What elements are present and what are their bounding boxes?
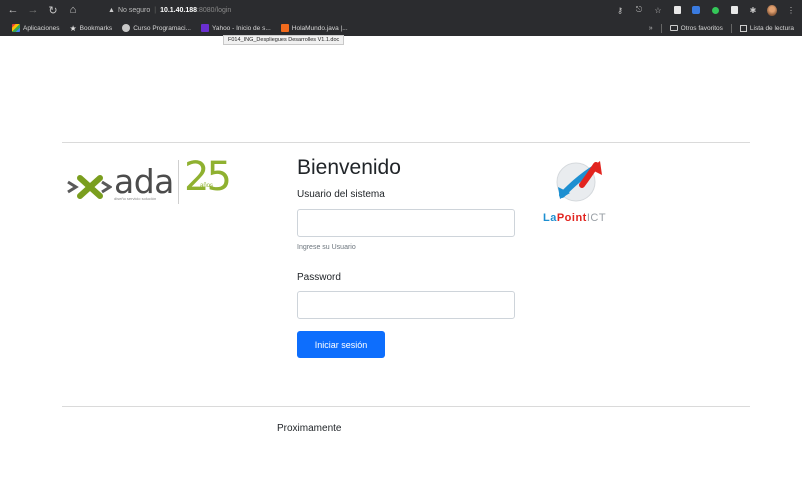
bookmark-apps[interactable]: Aplicaciones <box>12 24 60 32</box>
username-label: Usuario del sistema <box>297 189 385 200</box>
java-file-icon <box>280 24 289 32</box>
extension-page-icon[interactable] <box>729 5 739 15</box>
login-button[interactable]: Iniciar sesión <box>297 331 385 358</box>
other-favorites[interactable]: Otros favoritos <box>669 25 723 32</box>
top-divider <box>62 142 750 143</box>
address-bar[interactable]: ▲ No seguro | 10.1.40.188 :8080/login <box>108 3 548 17</box>
bookmark-bookmarks[interactable]: ★ Bookmarks <box>70 24 113 33</box>
security-label: No seguro <box>117 6 151 14</box>
bottom-divider <box>62 406 750 407</box>
bookmark-holamundo[interactable]: HolaMundo.java |... <box>280 24 348 32</box>
password-label: Password <box>297 272 341 283</box>
bookmark-tooltip: F014_ING_Despliegues Desarrolles V1.1.do… <box>223 35 345 45</box>
ada-25-years: 25 <box>184 154 232 200</box>
folder-icon <box>669 25 678 31</box>
share-icon[interactable]: ⎋ <box>634 5 644 15</box>
toolbar-actions: ⚷ ⎋ ☆ ✱ ⋮ <box>615 3 796 17</box>
home-icon[interactable]: ⌂ <box>66 3 80 17</box>
forward-icon[interactable]: → <box>26 3 40 17</box>
bookmarks-bar: Aplicaciones ★ Bookmarks Curso Programaci… <box>0 20 802 36</box>
profile-avatar[interactable] <box>767 4 777 16</box>
globe-icon <box>122 24 131 32</box>
ada-logo: ada diseño servicio solución 25 años <box>66 154 232 210</box>
star-icon: ★ <box>69 23 77 33</box>
username-input[interactable] <box>297 209 515 237</box>
reload-icon[interactable]: ↻ <box>46 3 60 17</box>
warning-icon: ▲ <box>108 6 115 14</box>
url-path: :8080/login <box>197 6 232 14</box>
menu-kebab-icon[interactable]: ⋮ <box>786 5 796 15</box>
url-host: 10.1.40.188 <box>160 6 198 14</box>
extension-green-icon[interactable] <box>710 5 720 15</box>
extensions-puzzle-icon[interactable]: ✱ <box>748 5 758 15</box>
lapoint-wordmark: LaPointICT <box>543 212 607 224</box>
apps-grid-icon <box>12 24 20 32</box>
footer-text: Proximamente <box>277 423 342 434</box>
password-input[interactable] <box>297 291 515 319</box>
page-title: Bienvenido <box>297 156 401 179</box>
reading-list-icon <box>739 24 747 32</box>
back-icon[interactable]: ← <box>6 3 20 17</box>
extension-blue-icon[interactable] <box>691 5 701 15</box>
ada-mark-icon <box>67 175 112 199</box>
lapoint-logo-icon <box>556 161 602 202</box>
username-help: Ingrese su Usuario <box>297 244 356 251</box>
yahoo-icon <box>200 24 209 32</box>
ada-years-label: años <box>200 183 214 189</box>
bookmark-star-icon[interactable]: ☆ <box>653 5 663 15</box>
extension-shield-icon[interactable] <box>672 5 682 15</box>
ada-tagline: diseño servicio solución <box>114 196 157 201</box>
bookmark-yahoo[interactable]: Yahoo - Inicio de s... <box>200 24 271 32</box>
key-icon[interactable]: ⚷ <box>615 5 625 15</box>
more-bookmarks-icon[interactable]: » <box>649 25 653 32</box>
reading-list[interactable]: Lista de lectura <box>739 24 794 32</box>
bookmark-curso[interactable]: Curso Programaci... <box>122 24 191 32</box>
